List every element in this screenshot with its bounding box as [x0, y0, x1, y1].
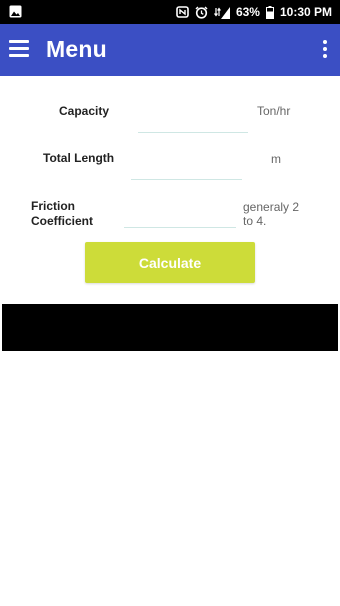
- capacity-input[interactable]: [138, 110, 248, 133]
- hamburger-menu-icon[interactable]: [9, 40, 29, 57]
- nfc-icon: [176, 6, 189, 18]
- status-bar: 63% 10:30 PM: [0, 0, 340, 24]
- friction-coefficient-label: Friction Coefficient: [31, 199, 93, 229]
- clock-time: 10:30 PM: [279, 5, 332, 19]
- alarm-icon: [195, 5, 208, 19]
- friction-hint-line2: to 4.: [243, 214, 267, 228]
- black-banner: [2, 304, 338, 351]
- friction-label-line2: Coefficient: [31, 214, 94, 228]
- total-length-input[interactable]: [131, 157, 242, 180]
- signal-icon: [213, 6, 230, 19]
- page-title: Menu: [46, 36, 107, 62]
- overflow-menu-icon[interactable]: [322, 40, 328, 60]
- total-length-unit: m: [271, 152, 281, 166]
- friction-hint: generaly 2 to 4.: [243, 200, 299, 228]
- friction-hint-line1: generaly 2: [243, 200, 300, 214]
- calculate-button[interactable]: Calculate: [85, 242, 255, 283]
- capacity-unit: Ton/hr: [257, 104, 291, 118]
- total-length-label: Total Length: [43, 151, 115, 165]
- friction-coefficient-input[interactable]: [124, 205, 236, 228]
- battery-percent: 63%: [235, 5, 260, 19]
- gallery-notification-icon: [9, 5, 22, 18]
- friction-label-line1: Friction: [31, 199, 75, 213]
- battery-icon: [265, 5, 274, 19]
- app-bar: Menu: [0, 24, 340, 76]
- capacity-label: Capacity: [59, 104, 110, 118]
